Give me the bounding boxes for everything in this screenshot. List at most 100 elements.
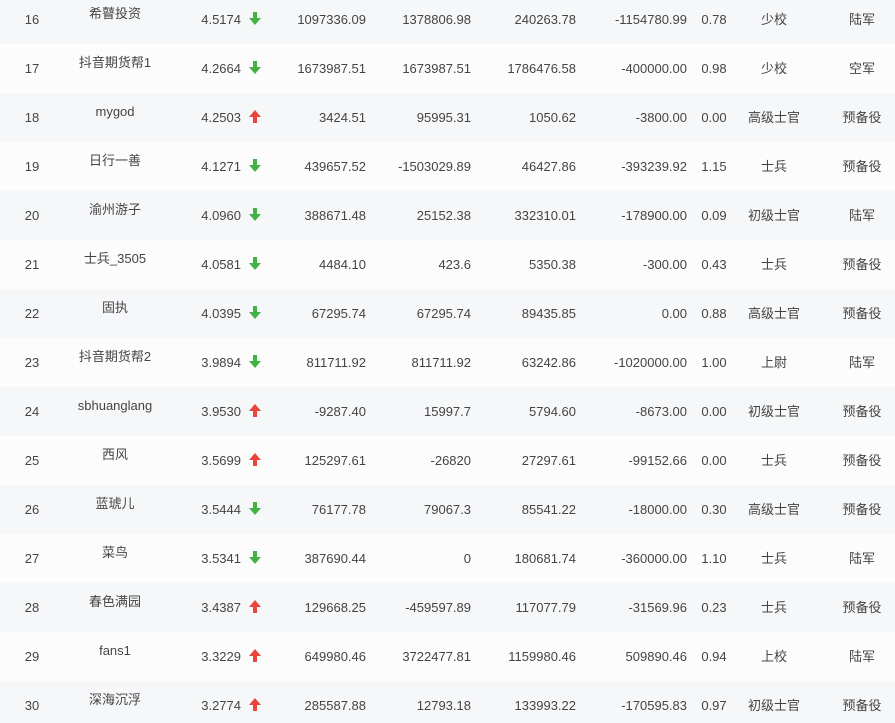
user-name-cell[interactable]: 春色满园 bbox=[57, 577, 173, 626]
value1-cell: 1673987.51 bbox=[297, 61, 366, 76]
trend-cell bbox=[248, 387, 262, 436]
ranking-table: 16 希瞽投资 4.5174 1097336.09 1378806.98 240263.7… bbox=[0, 0, 895, 723]
table-row: 20 渝州游子 4.0960 388671.48 25152.38 332310.01 -1… bbox=[0, 191, 895, 240]
rank-cell: 29 bbox=[24, 649, 40, 664]
value2-cell: 12793.18 bbox=[416, 698, 471, 713]
score-cell: 3.5444 bbox=[201, 502, 241, 517]
rank-title-cell: 初级士官 bbox=[747, 404, 800, 419]
rank-cell: 26 bbox=[24, 502, 40, 517]
value3-cell: 27297.61 bbox=[521, 453, 576, 468]
value3-cell: 117077.79 bbox=[515, 600, 577, 615]
score-cell: 3.3229 bbox=[201, 649, 241, 664]
table-row: 21 士兵_3505 4.0581 4484.10 423.6 5350.38 -300.0… bbox=[0, 240, 895, 289]
value3-cell: 332310.01 bbox=[514, 208, 576, 223]
value1-cell: 439657.52 bbox=[304, 159, 366, 174]
value4-cell: -3800.00 bbox=[635, 110, 687, 125]
score-cell: 3.9894 bbox=[201, 355, 241, 370]
user-name-cell[interactable]: sbhuanglang bbox=[57, 381, 173, 430]
user-name-cell[interactable]: fans1 bbox=[57, 626, 173, 675]
value3-cell: 89435.85 bbox=[521, 306, 576, 321]
rank-title-cell: 高级士官 bbox=[747, 502, 800, 517]
table-row: 25 西风 3.5699 125297.61 -26820 27297.61 -99152.… bbox=[0, 436, 895, 485]
user-name-cell[interactable]: 固执 bbox=[57, 283, 173, 332]
rank-cell: 22 bbox=[24, 306, 40, 321]
branch-cell: 预备役 bbox=[842, 600, 882, 615]
value2-cell: 95995.31 bbox=[416, 110, 471, 125]
ratio-cell: 0.43 bbox=[701, 257, 727, 272]
value4-cell: -1020000.00 bbox=[613, 355, 687, 370]
score-cell: 3.2774 bbox=[201, 698, 241, 713]
score-cell: 4.0581 bbox=[201, 257, 241, 272]
branch-cell: 预备役 bbox=[842, 110, 882, 125]
user-name-cell[interactable]: 士兵_3505 bbox=[57, 234, 173, 283]
user-name-cell[interactable]: 菜鸟 bbox=[57, 528, 173, 577]
value2-cell: 15997.7 bbox=[424, 404, 471, 419]
ratio-cell: 0.09 bbox=[701, 208, 727, 223]
branch-cell: 预备役 bbox=[842, 159, 882, 174]
rank-cell: 16 bbox=[24, 12, 40, 27]
value1-cell: 3424.51 bbox=[319, 110, 366, 125]
trend-cell bbox=[248, 240, 262, 289]
value1-cell: 67295.74 bbox=[311, 306, 366, 321]
rank-cell: 18 bbox=[24, 110, 40, 125]
ratio-cell: 0.00 bbox=[701, 453, 727, 468]
rank-cell: 25 bbox=[24, 453, 40, 468]
trend-cell bbox=[248, 485, 262, 534]
table-row: 19 日行一善 4.1271 439657.52 -1503029.89 46427.86… bbox=[0, 142, 895, 191]
value3-cell: 133993.22 bbox=[514, 698, 576, 713]
branch-cell: 预备役 bbox=[842, 698, 882, 713]
value1-cell: 811711.92 bbox=[306, 355, 366, 370]
value1-cell: 76177.78 bbox=[311, 502, 366, 517]
value2-cell: 25152.38 bbox=[416, 208, 471, 223]
trend-cell bbox=[248, 93, 262, 142]
value1-cell: 129668.25 bbox=[304, 600, 366, 615]
user-name-cell[interactable]: 日行一善 bbox=[57, 136, 173, 185]
user-name-cell[interactable]: 蓝琥儿 bbox=[57, 479, 173, 528]
user-name-cell[interactable]: 渝州游子 bbox=[57, 185, 173, 234]
rank-cell: 23 bbox=[24, 355, 40, 370]
ratio-cell: 1.00 bbox=[701, 355, 727, 370]
value4-cell: -393239.92 bbox=[621, 159, 687, 174]
value3-cell: 5350.38 bbox=[529, 257, 576, 272]
rank-title-cell: 士兵 bbox=[760, 453, 787, 468]
trend-cell bbox=[248, 583, 262, 632]
user-name-cell[interactable]: 深海沉浮 bbox=[57, 675, 173, 723]
rank-cell: 21 bbox=[24, 257, 40, 272]
branch-cell: 预备役 bbox=[842, 453, 882, 468]
value1-cell: 388671.48 bbox=[304, 208, 366, 223]
trend-cell bbox=[248, 289, 262, 338]
trend-cell bbox=[248, 0, 262, 44]
value4-cell: -8673.00 bbox=[635, 404, 687, 419]
arrow-up-icon bbox=[249, 600, 261, 614]
value1-cell: 125297.61 bbox=[304, 453, 366, 468]
ratio-cell: 0.30 bbox=[701, 502, 727, 517]
value4-cell: -300.00 bbox=[642, 257, 687, 272]
ratio-cell: 1.10 bbox=[701, 551, 727, 566]
user-name-cell[interactable]: 抖音期货帮1 bbox=[57, 38, 173, 87]
arrow-down-icon bbox=[249, 61, 261, 75]
value4-cell: -170595.83 bbox=[621, 698, 687, 713]
table-row: 22 固执 4.0395 67295.74 67295.74 89435.85 0.00 0.… bbox=[0, 289, 895, 338]
arrow-down-icon bbox=[249, 502, 261, 516]
trend-cell bbox=[248, 681, 262, 723]
value4-cell: 509890.46 bbox=[625, 649, 687, 664]
rank-title-cell: 士兵 bbox=[760, 551, 787, 566]
rank-cell: 28 bbox=[24, 600, 40, 615]
value2-cell: -26820 bbox=[430, 453, 471, 468]
value1-cell: 285587.88 bbox=[304, 698, 366, 713]
rank-cell: 27 bbox=[24, 551, 40, 566]
user-name-cell[interactable]: mygod bbox=[57, 87, 173, 136]
value1-cell: 387690.44 bbox=[304, 551, 366, 566]
arrow-down-icon bbox=[249, 12, 261, 26]
value3-cell: 1786476.58 bbox=[507, 61, 576, 76]
user-name-cell[interactable]: 西风 bbox=[57, 430, 173, 479]
value3-cell: 85541.22 bbox=[521, 502, 576, 517]
value1-cell: -9287.40 bbox=[314, 404, 366, 419]
ratio-cell: 0.98 bbox=[701, 61, 727, 76]
value2-cell: 811711.92 bbox=[411, 355, 471, 370]
arrow-up-icon bbox=[249, 110, 261, 124]
score-cell: 4.0960 bbox=[201, 208, 241, 223]
user-name-cell[interactable]: 希瞽投资 bbox=[57, 0, 173, 38]
rank-title-cell: 少校 bbox=[760, 61, 787, 76]
user-name-cell[interactable]: 抖音期货帮2 bbox=[57, 332, 173, 381]
